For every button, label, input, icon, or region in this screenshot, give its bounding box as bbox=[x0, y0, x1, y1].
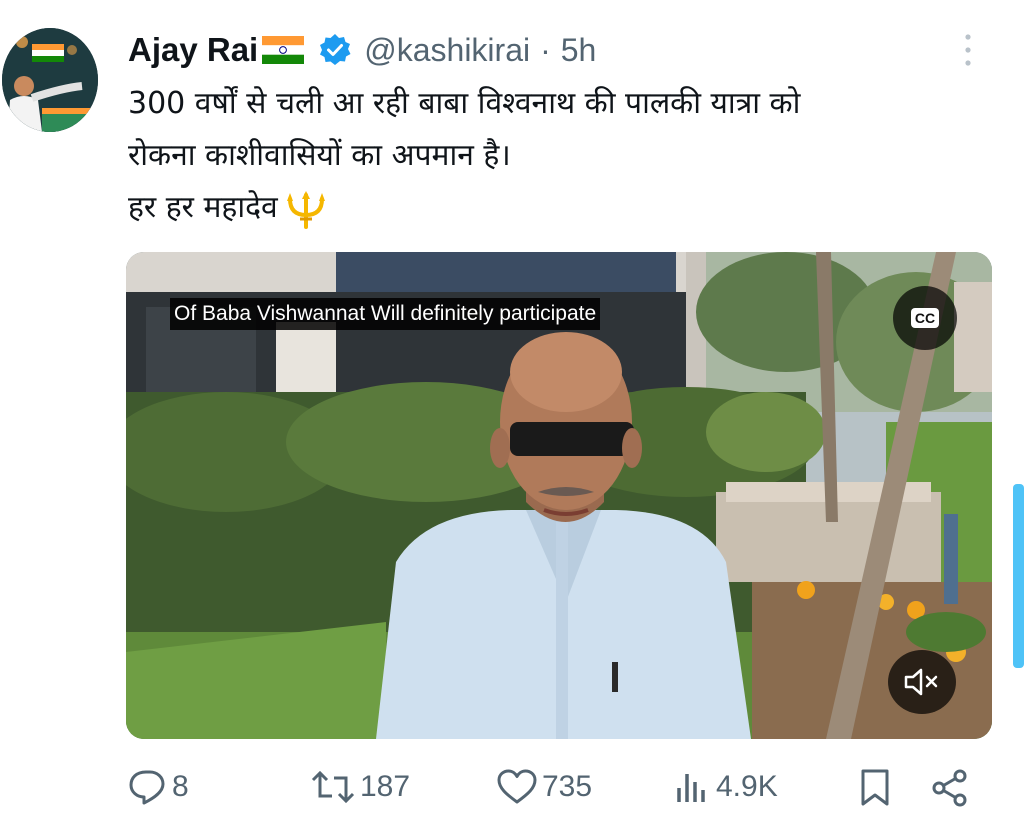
tweet-text-line: रोकना काशीवासियों का अपमान है। bbox=[128, 138, 511, 173]
author-name[interactable]: Ajay Rai bbox=[128, 31, 258, 69]
verified-badge-icon bbox=[318, 33, 352, 67]
mute-button[interactable] bbox=[888, 650, 956, 714]
bookmark-button[interactable] bbox=[858, 768, 896, 808]
share-icon bbox=[932, 769, 967, 807]
video-caption: Of Baba Vishwannat Will definitely parti… bbox=[170, 298, 601, 330]
tweet-text-line-with-emoji: हर हर महादेव bbox=[128, 182, 1008, 234]
closed-captions-button[interactable]: CC bbox=[893, 286, 957, 350]
reply-count: 8 bbox=[172, 770, 189, 803]
heart-icon bbox=[497, 769, 537, 804]
repost-icon bbox=[311, 770, 355, 804]
trident-icon bbox=[284, 189, 328, 229]
views-button[interactable]: 4.9K bbox=[674, 768, 778, 806]
share-button[interactable] bbox=[930, 768, 974, 808]
repost-count: 187 bbox=[360, 770, 411, 803]
reply-icon bbox=[129, 770, 165, 805]
separator-dot: · bbox=[540, 31, 551, 68]
tweet-text-line: हर हर महादेव bbox=[128, 190, 278, 225]
cc-icon: CC bbox=[910, 308, 940, 328]
reply-button[interactable]: 8 bbox=[128, 768, 189, 806]
author-avatar[interactable] bbox=[2, 28, 98, 132]
tweet-header: Ajay Rai @kashikirai · 5h bbox=[128, 30, 596, 70]
scrollbar[interactable] bbox=[1013, 484, 1024, 668]
repost-button[interactable]: 187 bbox=[310, 768, 410, 806]
views-icon bbox=[677, 774, 705, 802]
tweet-text: 300 वर्षों से चली आ रही बाबा विश्वनाथ की… bbox=[128, 78, 1008, 234]
more-options-icon[interactable] bbox=[960, 32, 976, 68]
speaker-muted-icon bbox=[904, 668, 938, 696]
video-player[interactable]: Of Baba Vishwannat Will definitely parti… bbox=[126, 252, 992, 739]
bookmark-icon bbox=[861, 769, 889, 806]
like-button[interactable]: 735 bbox=[496, 768, 592, 806]
tweet-action-bar: 8 187 735 4.9K bbox=[0, 760, 1024, 820]
author-handle[interactable]: @kashikirai bbox=[364, 32, 530, 69]
tweet-text-line: 300 वर्षों से चली आ रही बाबा विश्वनाथ की… bbox=[128, 86, 801, 121]
tweet-timestamp[interactable]: 5h bbox=[561, 32, 597, 69]
india-flag-icon bbox=[262, 36, 305, 64]
views-count: 4.9K bbox=[716, 770, 778, 803]
like-count: 735 bbox=[542, 770, 593, 803]
